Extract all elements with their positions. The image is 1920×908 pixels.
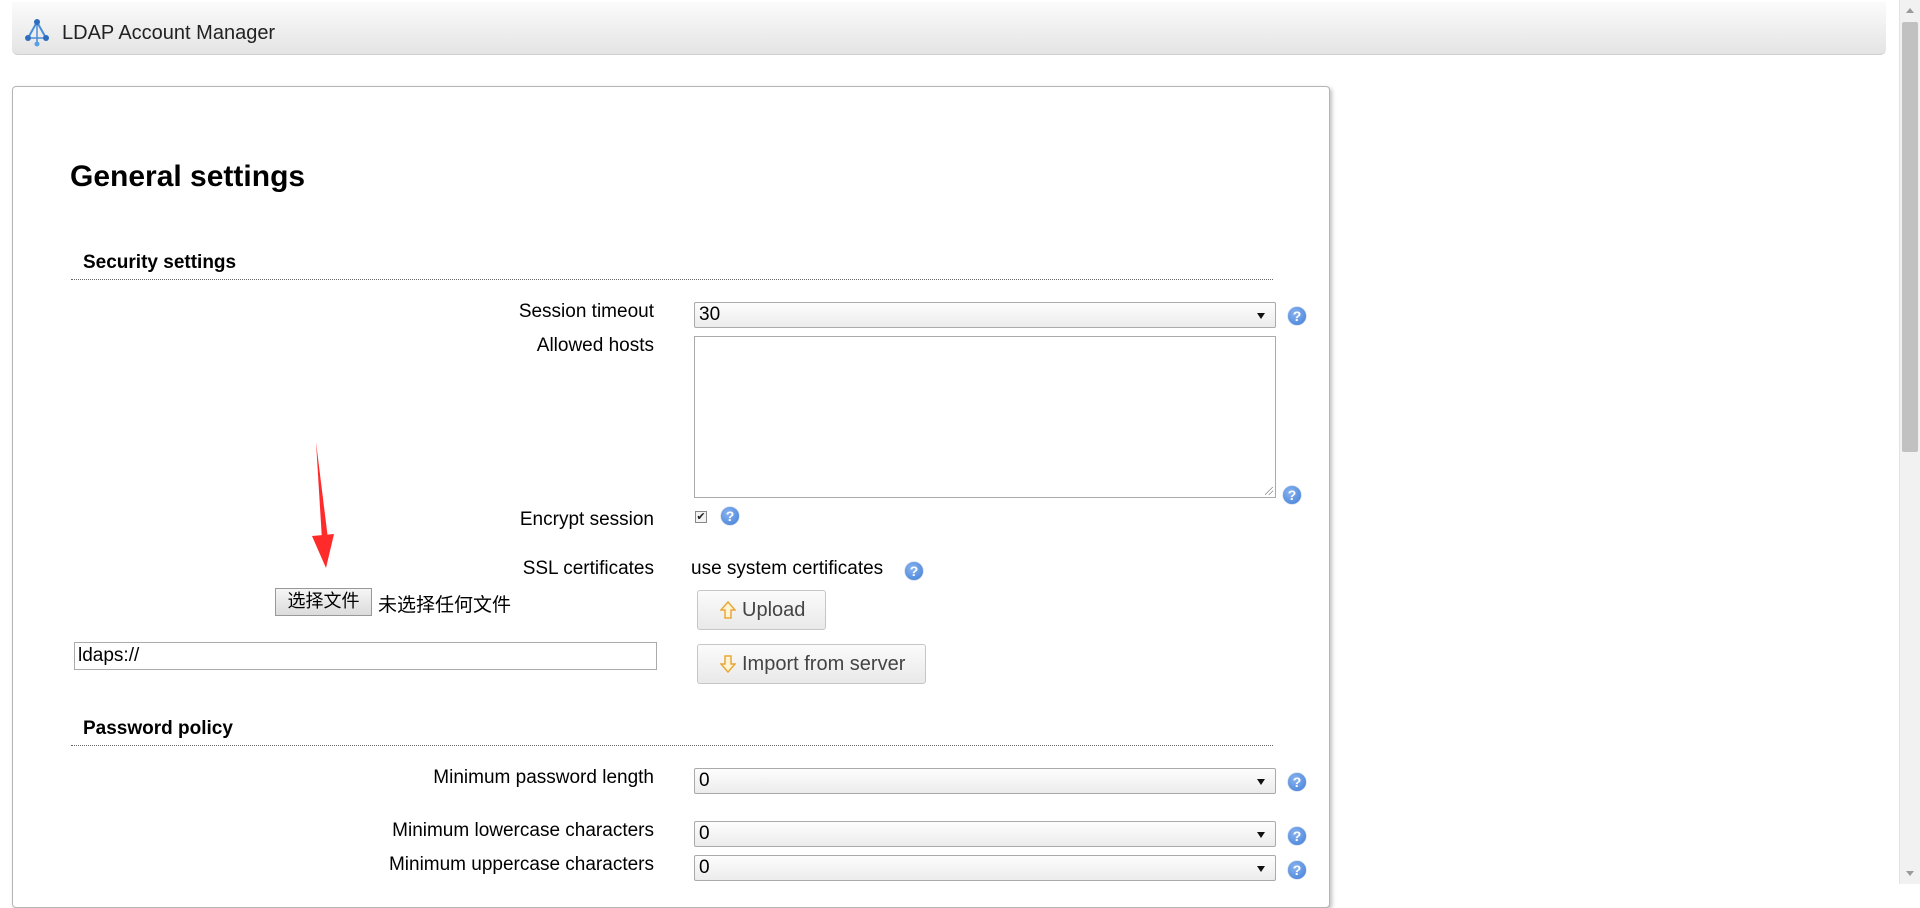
min-password-length-label: Minimum password length <box>433 767 654 788</box>
help-icon[interactable]: ? <box>1283 486 1301 504</box>
page-scrollbar[interactable] <box>1899 0 1920 884</box>
header-bar: LDAP Account Manager <box>12 2 1886 55</box>
min-password-length-select[interactable]: 0 <box>694 768 1276 794</box>
chevron-down-icon <box>1257 832 1265 838</box>
ldaps-url-input[interactable]: ldaps:// <box>74 642 657 670</box>
password-policy-section-title: Password policy <box>83 718 233 739</box>
min-uppercase-label: Minimum uppercase characters <box>388 854 654 875</box>
import-button-label: Import from server <box>742 653 906 675</box>
page-title: General settings <box>70 160 306 193</box>
help-icon[interactable]: ? <box>1288 773 1306 791</box>
help-icon[interactable]: ? <box>905 562 923 580</box>
upload-button-label: Upload <box>742 599 806 621</box>
ssl-certificates-value: use system certificates <box>691 558 884 579</box>
arrow-down-icon <box>720 655 736 673</box>
scrollbar-thumb[interactable] <box>1902 22 1918 452</box>
section-divider <box>71 279 1273 280</box>
scroll-down-icon[interactable] <box>1906 871 1914 876</box>
red-arrow-annotation <box>312 442 334 568</box>
encrypt-session-checkbox[interactable]: ✔ <box>695 511 707 523</box>
min-uppercase-value: 0 <box>699 857 710 878</box>
section-divider <box>71 745 1273 746</box>
chevron-down-icon <box>1257 313 1265 319</box>
session-timeout-label: Session timeout <box>518 301 654 322</box>
help-icon[interactable]: ? <box>1288 861 1306 879</box>
min-uppercase-select[interactable]: 0 <box>694 855 1276 881</box>
lam-network-logo-icon[interactable] <box>22 18 52 48</box>
security-section-title: Security settings <box>83 252 237 273</box>
file-status-text: 未选择任何文件 <box>378 595 512 616</box>
resize-grip-icon[interactable] <box>1265 487 1273 495</box>
min-lowercase-select[interactable]: 0 <box>694 821 1276 847</box>
choose-file-button[interactable]: 选择文件 <box>275 588 372 616</box>
arrow-up-icon <box>720 601 736 619</box>
session-timeout-select[interactable]: 30 <box>694 302 1276 328</box>
encrypt-session-label: Encrypt session <box>519 509 654 530</box>
help-icon[interactable]: ? <box>1288 827 1306 845</box>
min-lowercase-label: Minimum lowercase characters <box>392 820 654 841</box>
allowed-hosts-label: Allowed hosts <box>536 335 654 356</box>
help-icon[interactable]: ? <box>721 507 739 525</box>
ssl-certificates-label: SSL certificates <box>522 558 654 579</box>
chevron-down-icon <box>1257 866 1265 872</box>
help-icon[interactable]: ? <box>1288 307 1306 325</box>
allowed-hosts-textarea[interactable] <box>694 336 1276 498</box>
min-lowercase-value: 0 <box>699 823 710 844</box>
chevron-down-icon <box>1257 779 1265 785</box>
upload-button[interactable]: Upload <box>697 590 826 630</box>
import-from-server-button[interactable]: Import from server <box>697 644 926 684</box>
scroll-up-icon[interactable] <box>1906 8 1914 13</box>
min-password-length-value: 0 <box>699 770 710 791</box>
session-timeout-value: 30 <box>699 304 721 325</box>
app-title[interactable]: LDAP Account Manager <box>62 22 275 45</box>
